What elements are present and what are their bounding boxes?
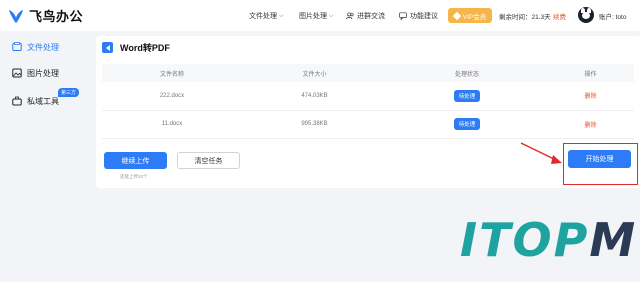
column-header: 文件大小	[242, 64, 387, 82]
vip-button[interactable]: VIP会员	[448, 8, 492, 23]
remaining-time: 剩余时间：21.3天	[499, 14, 551, 21]
image-icon	[12, 68, 22, 78]
bird-logo-icon	[8, 9, 24, 23]
logo[interactable]: 飞鸟办公	[7, 6, 83, 25]
sidebar-item-file-process[interactable]: 文件处理	[0, 33, 93, 61]
file-name: 222.docx	[102, 82, 242, 111]
status-badge: 待处理	[453, 118, 481, 130]
file-size: 474.03KB	[242, 82, 387, 111]
nav-feedback[interactable]: 功能建议	[399, 11, 438, 21]
upload-hint: 还能上传20个	[120, 174, 148, 179]
annotation-highlight	[563, 143, 638, 185]
sidebar-item-private-tools[interactable]: 私域工具 第三方	[0, 87, 93, 115]
annotation-arrow-icon	[520, 142, 562, 164]
file-name: 11.docx	[102, 110, 242, 139]
column-header: 处理状态	[387, 64, 547, 82]
nav-image-process[interactable]: 图片处理 ⌵	[299, 11, 334, 21]
renew-link[interactable]: 续费	[553, 11, 566, 21]
sidebar-item-label: 私域工具	[27, 96, 59, 106]
nav-join-group[interactable]: 进群交流	[346, 11, 385, 21]
watermark: ITOPM	[460, 213, 638, 267]
sidebar: 文件处理 图片处理 私域工具 第三方	[0, 31, 93, 282]
page-title: Word转PDF	[102, 41, 170, 54]
diamond-icon	[452, 11, 461, 20]
file-size: 995.38KB	[242, 110, 387, 139]
toolbox-icon	[12, 96, 22, 106]
file-table: 文件名称 文件大小 处理状态 操作 222.docx 474.03KB 待处理 …	[102, 64, 634, 139]
logo-text: 飞鸟办公	[29, 9, 84, 24]
column-header: 操作	[547, 64, 634, 82]
account-label[interactable]: 账户: toto	[599, 11, 626, 21]
sidebar-item-label: 图片处理	[27, 68, 59, 78]
sidebar-item-label: 文件处理	[27, 42, 59, 52]
clear-tasks-button[interactable]: 清空任务	[177, 152, 240, 169]
status-badge: 待处理	[453, 89, 481, 102]
top-header: 飞鸟办公 文件处理 ⌵ 图片处理 ⌵ 进群交流 功能建议 VIP会员 剩余时间：21…	[0, 0, 640, 31]
nav-file-process[interactable]: 文件处理 ⌵	[249, 11, 284, 21]
continue-upload-button[interactable]: 继续上传	[104, 152, 167, 169]
table-row: 11.docx 995.38KB 待处理 删除	[102, 110, 634, 139]
file-icon	[12, 42, 22, 51]
column-header: 文件名称	[102, 64, 242, 82]
chat-icon	[399, 12, 407, 20]
third-party-badge: 第三方	[58, 88, 80, 97]
delete-link[interactable]: 删除	[584, 94, 596, 100]
table-header: 文件名称 文件大小 处理状态 操作	[102, 64, 634, 82]
avatar[interactable]	[578, 7, 594, 23]
people-icon	[346, 12, 354, 20]
table-row: 222.docx 474.03KB 待处理 删除	[102, 82, 634, 111]
sidebar-item-image-process[interactable]: 图片处理	[0, 59, 93, 87]
chevron-down-icon: ⌵	[329, 12, 334, 19]
chevron-down-icon: ⌵	[279, 12, 284, 19]
delete-link[interactable]: 删除	[584, 123, 596, 129]
back-icon[interactable]	[102, 42, 113, 53]
